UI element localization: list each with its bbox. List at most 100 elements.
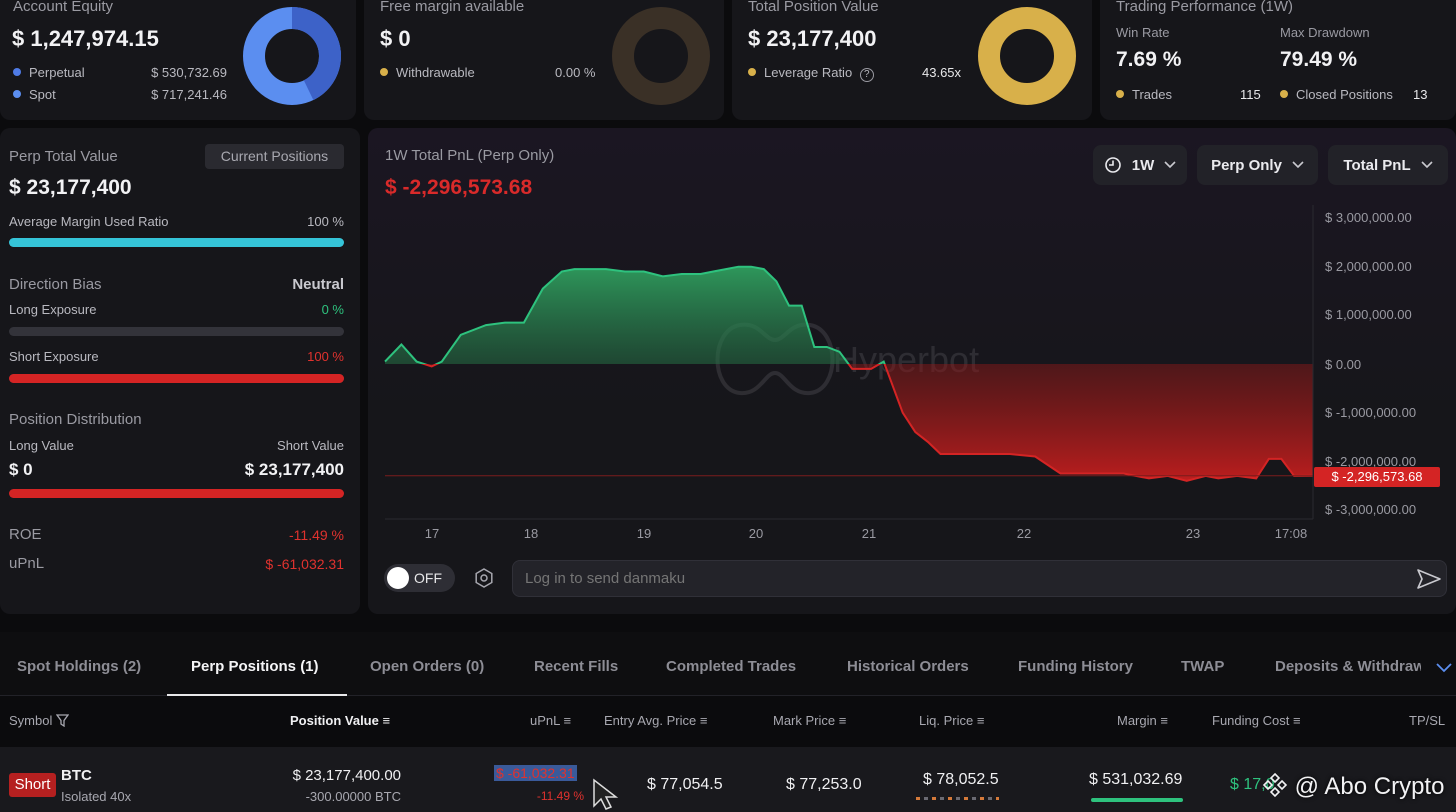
win-rate-label: Win Rate	[1116, 25, 1170, 40]
send-icon[interactable]	[1416, 568, 1442, 590]
long-amount: $ 0	[9, 460, 33, 479]
upnl-label: uPnL	[9, 555, 45, 572]
spot-value: $ 717,241.46	[151, 87, 227, 102]
toggle-knob	[387, 567, 409, 589]
mouse-cursor-icon	[593, 778, 619, 810]
short-amount: $ 23,177,400	[244, 460, 344, 479]
x-tick: 17:08	[1274, 526, 1308, 541]
leverage-label: Leverage Ratio ?	[748, 65, 874, 82]
tab-completed-trades[interactable]: Completed Trades	[666, 658, 796, 675]
long-exposure-label: Long Exposure	[9, 302, 97, 317]
position-value: $ 23,177,400	[748, 26, 877, 51]
pnl-panel	[368, 128, 1456, 614]
clock-icon	[1104, 157, 1121, 173]
period-dropdown[interactable]: 1W	[1093, 145, 1187, 185]
margin-bar	[1091, 798, 1183, 802]
upnl-value: $ -61,032.31	[265, 556, 344, 572]
help-icon[interactable]: ?	[859, 68, 874, 82]
equity-value: $ 1,247,974.15	[12, 26, 159, 51]
col-margin[interactable]: Margin ≡	[1117, 713, 1168, 728]
position-value: $ 23,177,400.00	[292, 767, 401, 784]
perp-panel: Perp Total Value Current Positions $ 23,…	[0, 128, 360, 614]
short-exposure-fill	[9, 374, 344, 383]
mark-price: $ 77,253.0	[786, 776, 862, 793]
abo-crypto-watermark: @ Abo Crypto	[1262, 772, 1444, 801]
chevron-down-icon	[1292, 161, 1304, 169]
tab-funding-history[interactable]: Funding History	[1018, 658, 1133, 675]
col-mark-price[interactable]: Mark Price ≡	[773, 713, 846, 728]
distribution-bar	[9, 489, 344, 498]
current-value-label: $ -2,296,573.68	[1314, 467, 1440, 487]
leverage-value: 43.65x	[922, 65, 962, 80]
closed-label: Closed Positions	[1280, 87, 1393, 102]
long-value-label: Long Value	[9, 438, 74, 453]
chevron-down-icon[interactable]	[1436, 663, 1452, 673]
position-donut	[978, 7, 1076, 105]
spot-label: Spot	[13, 87, 56, 102]
y-tick: $ -1,000,000.00	[1325, 405, 1417, 420]
equity-donut	[243, 7, 341, 105]
pnl-title: 1W Total PnL (Perp Only)	[385, 147, 555, 164]
x-tick: 17	[424, 526, 440, 541]
col-entry-price[interactable]: Entry Avg. Price ≡	[604, 713, 707, 728]
y-tick: $ 1,000,000.00	[1325, 307, 1412, 322]
tab-twap[interactable]: TWAP	[1181, 658, 1224, 675]
position-title: Total Position Value	[748, 0, 879, 15]
drawdown-label: Max Drawdown	[1280, 25, 1370, 40]
short-exposure-label: Short Exposure	[9, 349, 99, 364]
tab-recent-fills[interactable]: Recent Fills	[534, 658, 618, 675]
withdrawable-label: Withdrawable	[380, 65, 475, 80]
roe-value: -11.49 %	[289, 527, 344, 543]
drawdown-value: 79.49 %	[1280, 48, 1358, 71]
col-liq-price[interactable]: Liq. Price ≡	[919, 713, 984, 728]
margin-card: Free margin available $ 0 Withdrawable 0…	[364, 0, 724, 120]
tab-open-orders[interactable]: Open Orders (0)	[370, 658, 484, 675]
upnl-percent: -11.49 %	[536, 789, 584, 803]
tab-historical-orders[interactable]: Historical Orders	[847, 658, 969, 675]
col-funding-cost[interactable]: Funding Cost ≡	[1212, 713, 1301, 728]
tab-perp-positions[interactable]: Perp Positions (1)	[191, 658, 319, 675]
chevron-down-icon	[1421, 161, 1433, 169]
bias-label: Direction Bias	[9, 276, 102, 293]
margin-mode: Isolated 40x	[61, 789, 132, 804]
scope-dropdown[interactable]: Perp Only	[1197, 145, 1318, 185]
col-position-value[interactable]: Position Value ≡	[290, 713, 390, 728]
danmaku-toggle[interactable]: OFF	[384, 564, 455, 592]
settings-icon[interactable]	[473, 567, 495, 589]
closed-value: 13	[1413, 87, 1428, 102]
x-tick: 20	[748, 526, 764, 541]
col-upnl[interactable]: uPnL ≡	[530, 713, 571, 728]
bias-value: Neutral	[292, 276, 344, 293]
y-tick: $ -3,000,000.00	[1325, 502, 1417, 517]
tab-deposits-withdraw[interactable]: Deposits & Withdraw	[1275, 658, 1421, 675]
short-exposure-track	[9, 374, 344, 383]
equity-card: Account Equity $ 1,247,974.15 Perpetual …	[0, 0, 356, 120]
col-symbol[interactable]: Symbol	[9, 713, 70, 728]
metric-dropdown[interactable]: Total PnL	[1328, 145, 1448, 185]
y-tick: $ 3,000,000.00	[1325, 210, 1412, 225]
tab-spot-holdings[interactable]: Spot Holdings (2)	[17, 658, 141, 675]
margin-donut	[612, 7, 710, 105]
current-positions-button[interactable]: Current Positions	[205, 144, 344, 169]
performance-card: Trading Performance (1W) Win Rate 7.69 %…	[1100, 0, 1456, 120]
sort-icon: ≡	[976, 713, 985, 728]
equity-title: Account Equity	[13, 0, 114, 15]
y-tick: $ 2,000,000.00	[1325, 259, 1412, 274]
sort-icon: ≡	[1160, 713, 1168, 728]
x-tick: 21	[861, 526, 877, 541]
side-badge: Short	[9, 773, 56, 797]
col-tpsl[interactable]: TP/SL	[1409, 713, 1445, 728]
symbol[interactable]: BTC	[61, 767, 92, 784]
x-tick: 23	[1185, 526, 1201, 541]
chevron-down-icon	[1164, 161, 1176, 169]
upnl-value: $ -61,032.31	[494, 765, 577, 781]
x-tick: 18	[523, 526, 539, 541]
perp-value: $ 23,177,400	[9, 176, 132, 199]
perpetual-label: Perpetual	[13, 65, 85, 80]
trades-label: Trades	[1116, 87, 1172, 102]
sort-icon: ≡	[699, 713, 708, 728]
position-card: Total Position Value $ 23,177,400 Levera…	[732, 0, 1092, 120]
danmaku-input[interactable]	[512, 560, 1447, 597]
active-tab-underline	[167, 694, 347, 696]
sort-icon: ≡	[563, 713, 572, 728]
